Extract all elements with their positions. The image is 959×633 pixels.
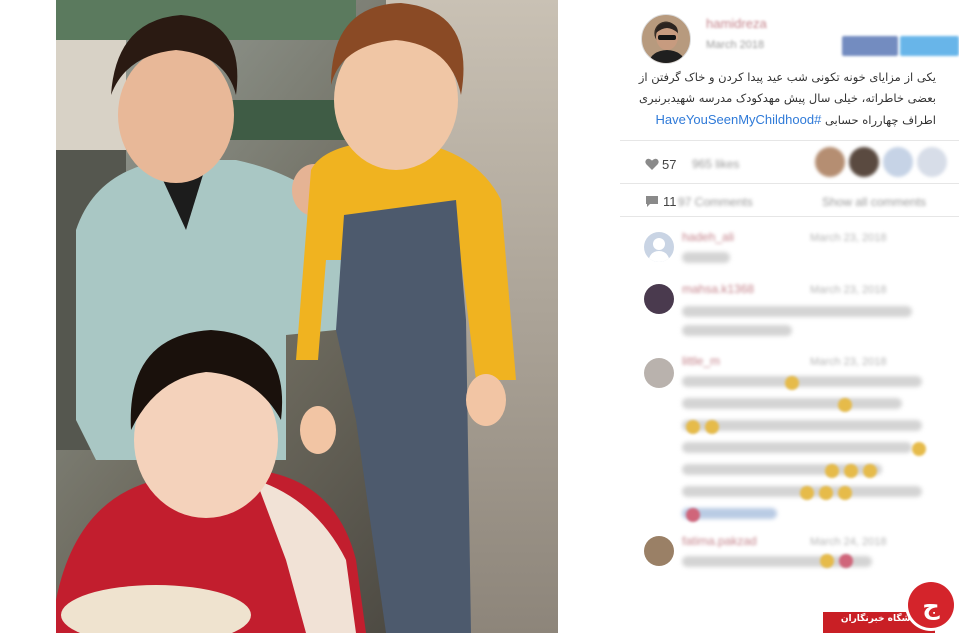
comment-time: March 24, 2018 xyxy=(810,536,887,548)
emoji-icon xyxy=(820,554,834,568)
emoji-icon xyxy=(819,486,833,500)
emoji-icon xyxy=(839,554,853,568)
heart-icon[interactable] xyxy=(645,157,659,171)
post-side-panel: hamidreza March 2018 یکی از مزایای خونه … xyxy=(620,0,959,633)
comment-author[interactable]: fatima.pakzad xyxy=(682,534,757,548)
commenter-avatar[interactable] xyxy=(644,358,674,388)
post-photo[interactable] xyxy=(56,0,558,633)
comment-time: March 23, 2018 xyxy=(810,356,887,368)
emoji-icon xyxy=(686,508,700,522)
emoji-icon xyxy=(686,420,700,434)
comment-author[interactable]: mahsa.k1368 xyxy=(682,282,754,296)
comment-text-blurred xyxy=(682,376,922,387)
emoji-icon xyxy=(838,486,852,500)
speech-bubble-icon[interactable] xyxy=(645,195,659,208)
show-all-comments-link[interactable]: Show all comments xyxy=(822,195,926,209)
childhood-photo xyxy=(56,0,558,633)
emoji-icon xyxy=(912,442,926,456)
comment-author[interactable]: little_m xyxy=(682,354,720,368)
comments-text-blurred: 97 Comments xyxy=(678,195,753,209)
emoji-icon xyxy=(863,464,877,478)
emoji-icon xyxy=(705,420,719,434)
emoji-icon xyxy=(785,376,799,390)
comment-count: 11 xyxy=(663,193,677,209)
caption-line: یکی از مزایای خونه تکونی شب عید پیدا کرد… xyxy=(638,70,936,84)
comment-time: March 23, 2018 xyxy=(810,284,887,296)
default-avatar-icon[interactable] xyxy=(644,232,674,262)
comment-text-blurred xyxy=(682,442,912,453)
like-count: 57 xyxy=(662,156,677,172)
caption-line: بعضی خاطراته، خیلی سال پیش مهدکودک مدرسه… xyxy=(639,91,936,105)
share-facebook-button[interactable] xyxy=(842,36,898,56)
watermark-logo-icon: ج xyxy=(905,579,957,631)
post-caption: یکی از مزایای خونه تکونی شب عید پیدا کرد… xyxy=(630,67,936,131)
comment-author[interactable]: hadeh_ali xyxy=(682,230,734,244)
liker-avatar[interactable] xyxy=(883,147,913,177)
author-username[interactable]: hamidreza xyxy=(706,16,767,31)
author-avatar[interactable] xyxy=(641,14,691,64)
commenter-avatar[interactable] xyxy=(644,536,674,566)
comment-text-blurred xyxy=(682,306,912,317)
liker-avatar[interactable] xyxy=(815,147,845,177)
comments-row[interactable]: 11 xyxy=(645,190,677,212)
share-twitter-button[interactable] xyxy=(900,36,959,56)
comment-text-blurred xyxy=(682,252,730,263)
caption-line: اطراف چهارراه حسابی xyxy=(824,113,936,127)
post-header: hamidreza March 2018 xyxy=(620,0,959,64)
likes-row[interactable]: 57 xyxy=(645,152,676,176)
emoji-icon xyxy=(844,464,858,478)
post-date: March 2018 xyxy=(706,39,765,51)
commenter-avatar[interactable] xyxy=(644,284,674,314)
divider xyxy=(620,183,959,184)
watermark-logo-glyph: ج xyxy=(922,592,940,620)
comment-text-blurred xyxy=(682,398,902,409)
emoji-icon xyxy=(800,486,814,500)
comment-text-blurred xyxy=(682,325,792,336)
emoji-icon xyxy=(825,464,839,478)
divider xyxy=(620,140,959,141)
hashtag-link[interactable]: #HaveYouSeenMyChildhood xyxy=(656,112,822,127)
emoji-icon xyxy=(838,398,852,412)
caption-line-with-hashtag: اطراف چهارراه حسابی #HaveYouSeenMyChildh… xyxy=(630,109,936,131)
liker-avatar[interactable] xyxy=(849,147,879,177)
liker-avatar[interactable] xyxy=(917,147,947,177)
divider xyxy=(620,216,959,217)
likes-text-blurred: 965 likes xyxy=(692,157,740,171)
comment-time: March 23, 2018 xyxy=(810,232,887,244)
